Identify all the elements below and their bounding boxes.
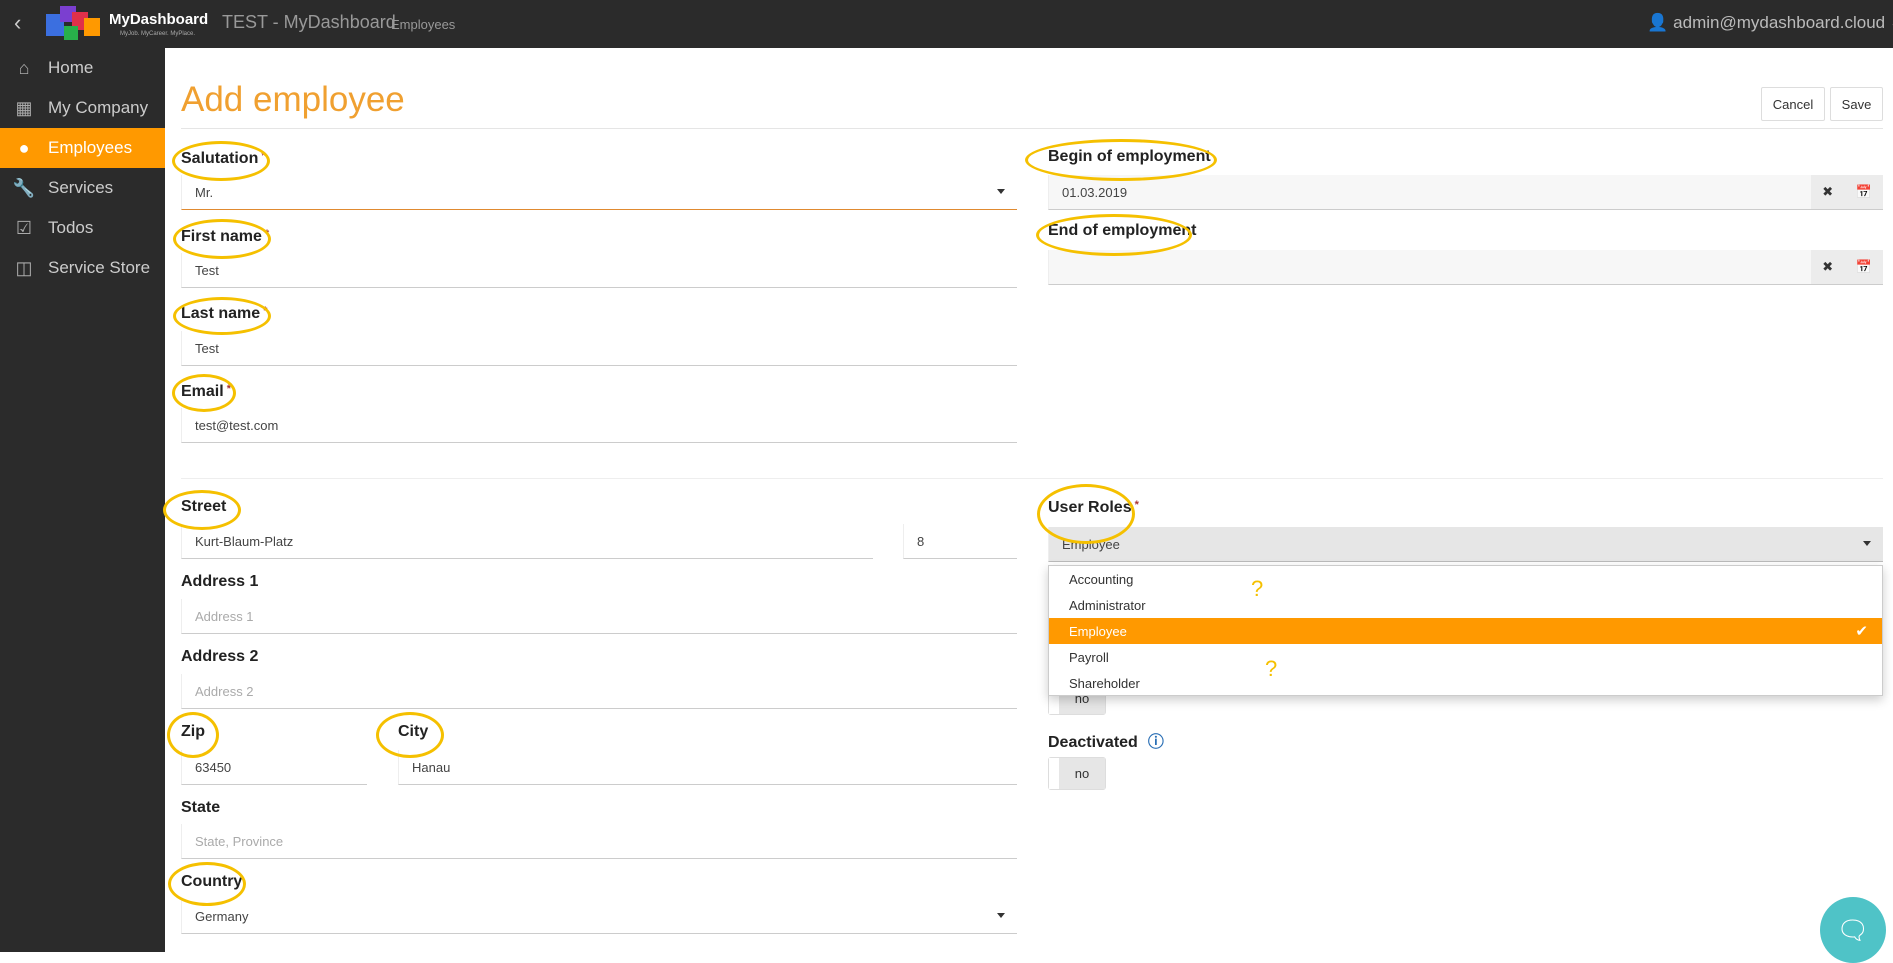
save-button[interactable]: Save <box>1830 87 1883 121</box>
caret-down-icon <box>1863 541 1871 546</box>
clear-icon[interactable]: ✖ <box>1822 259 1833 275</box>
first-name-label: First name * <box>181 228 270 245</box>
zip-label: Zip <box>181 723 205 740</box>
sidebar-item-services[interactable]: 🔧 Services <box>0 168 165 208</box>
salutation-label: Salutation * <box>181 150 266 167</box>
sidebar-item-label: Todos <box>48 218 94 237</box>
sidebar-item-home[interactable]: ⌂ Home <box>0 48 165 88</box>
annotation-question-mark: ? <box>1251 576 1264 601</box>
user-email: admin@mydashboard.cloud <box>1673 13 1886 32</box>
address1-label: Address 1 <box>181 573 259 590</box>
sidebar-item-label: Service Store <box>48 258 151 277</box>
user-roles-select[interactable]: Employee <box>1048 527 1883 562</box>
caret-down-icon <box>997 913 1005 918</box>
building-icon: ▦ <box>15 97 33 118</box>
user-menu[interactable]: 👤 admin@mydashboard.cloud ⌄ <box>1647 13 1893 33</box>
annotation-question-mark: ? <box>1265 656 1278 681</box>
address2-label: Address 2 <box>181 648 259 665</box>
back-chevron-icon[interactable]: ‹ <box>14 10 21 36</box>
end-employment-input[interactable]: ✖ 📅 <box>1048 250 1883 285</box>
address2-input[interactable]: Address 2 <box>181 674 1017 709</box>
country-label: Country <box>181 873 243 890</box>
wrench-icon: 🔧 <box>12 177 36 198</box>
begin-employment-input[interactable]: 01.03.2019 ✖ 📅 <box>1048 175 1883 210</box>
street-input[interactable]: Kurt-Blaum-Platz <box>181 524 873 559</box>
sidebar-item-employees[interactable]: ● Employees <box>0 128 165 168</box>
end-employment-label: End of employment <box>1048 222 1197 239</box>
country-select[interactable]: Germany <box>181 899 1017 934</box>
cancel-button[interactable]: Cancel <box>1761 87 1825 121</box>
calendar-icon[interactable]: 📅 <box>1856 259 1872 275</box>
state-input[interactable]: State, Province <box>181 824 1017 859</box>
last-name-label: Last name * <box>181 305 268 322</box>
clear-icon[interactable]: ✖ <box>1822 184 1833 200</box>
sidebar-item-label: My Company <box>48 98 149 117</box>
chat-button[interactable]: 🗨 <box>1820 897 1886 963</box>
address1-input[interactable]: Address 1 <box>181 599 1017 634</box>
page-title: Add employee <box>181 80 405 119</box>
sidebar-item-label: Employees <box>48 138 133 157</box>
last-name-input[interactable]: Test <box>181 331 1017 366</box>
caret-down-icon <box>997 189 1005 194</box>
divider <box>181 128 1883 129</box>
divider <box>181 478 1883 479</box>
option-payroll[interactable]: Payroll <box>1049 644 1882 670</box>
option-shareholder[interactable]: Shareholder <box>1049 670 1882 696</box>
logo-tagline: MyJob. MyCareer. MyPlace. <box>120 31 196 37</box>
deactivated-label: Deactivated ⓘ <box>1048 734 1164 751</box>
check-icon: ✔ <box>1855 623 1868 640</box>
sidebar-item-todos[interactable]: ☑ Todos <box>0 208 165 248</box>
user-icon: 👤 <box>1647 13 1669 32</box>
sidebar-item-label: Services <box>48 178 114 197</box>
email-input[interactable]: test@test.com <box>181 408 1017 443</box>
top-bar: ‹ MyDashboard MyJob. MyCareer. MyPlace. … <box>0 0 1893 48</box>
breadcrumb[interactable]: Employees <box>391 17 455 32</box>
sidebar-item-service-store[interactable]: ◫ Service Store <box>0 248 165 288</box>
user-icon: ● <box>18 137 30 158</box>
sidebar-item-my-company[interactable]: ▦ My Company <box>0 88 165 128</box>
sidebar-item-label: Home <box>48 58 94 77</box>
calendar-icon[interactable]: 📅 <box>1856 184 1872 200</box>
option-employee[interactable]: Employee ✔ <box>1049 618 1882 644</box>
logo-text: MyDashboard <box>109 11 209 28</box>
user-roles-label: User Roles * <box>1048 499 1139 516</box>
user-roles-dropdown: Accounting Administrator Employee ✔ Payro… <box>1048 565 1883 696</box>
basket-icon: ◫ <box>15 257 33 278</box>
info-icon[interactable]: ⓘ <box>1148 734 1164 751</box>
zip-input[interactable]: 63450 <box>181 750 367 785</box>
app-title: TEST - MyDashboard <box>222 12 396 32</box>
city-input[interactable]: Hanau <box>398 750 1017 785</box>
city-label: City <box>398 723 429 740</box>
email-label: Email * <box>181 383 231 400</box>
logo[interactable] <box>46 4 102 44</box>
begin-employment-label: Begin of employment <box>1048 148 1211 165</box>
first-name-input[interactable]: Test <box>181 253 1017 288</box>
house-number-input[interactable]: 8 <box>903 524 1017 559</box>
checkbox-icon: ☑ <box>15 217 33 238</box>
home-icon: ⌂ <box>18 57 30 78</box>
option-administrator[interactable]: Administrator <box>1049 592 1882 618</box>
sidebar: ⌂ Home ▦ My Company ● Employees 🔧 Services ☑… <box>0 48 165 952</box>
chat-bubble-icon: 🗨 <box>1836 914 1870 945</box>
state-label: State <box>181 799 221 816</box>
salutation-select[interactable]: Mr. <box>181 175 1017 210</box>
street-label: Street <box>181 498 227 515</box>
option-accounting[interactable]: Accounting <box>1049 566 1882 592</box>
deactivated-toggle[interactable]: no <box>1048 757 1106 790</box>
